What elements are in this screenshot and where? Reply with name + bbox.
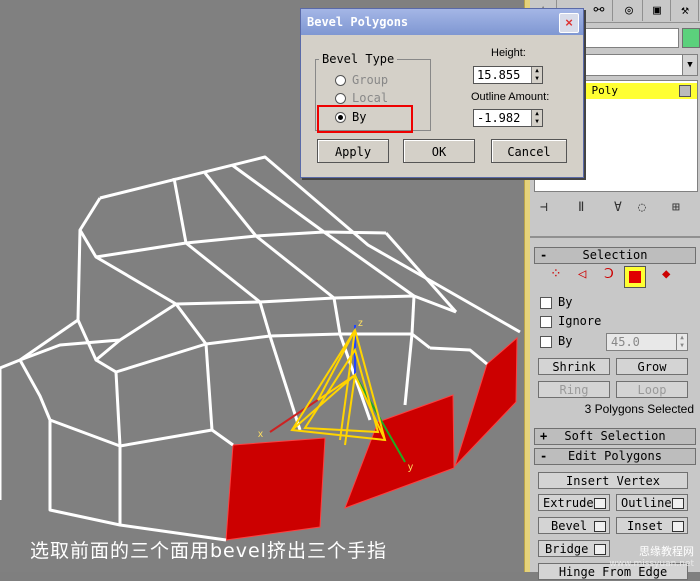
ring-button[interactable]: Ring bbox=[538, 381, 610, 398]
dialog-title: Bevel Polygons bbox=[307, 15, 409, 29]
configure-sets-icon[interactable]: ⊞ bbox=[672, 200, 680, 215]
tutorial-caption: 选取前面的三个面用bevel挤出三个手指 bbox=[30, 540, 387, 562]
divider bbox=[530, 236, 700, 238]
dialog-titlebar[interactable]: Bevel Polygons × bbox=[301, 9, 583, 35]
gizmo-axis-y: y bbox=[408, 462, 413, 473]
radio-local[interactable]: Local bbox=[335, 90, 388, 106]
make-unique-icon[interactable]: ∀ bbox=[614, 200, 622, 215]
tab-display-icon[interactable]: ▣ bbox=[644, 0, 671, 21]
ignore-backfacing-checkbox[interactable]: Ignore bbox=[540, 313, 601, 329]
height-spinner[interactable]: 15.855 ▲ ▼ bbox=[473, 66, 543, 84]
tab-utilities-icon[interactable]: ⚒ bbox=[672, 0, 699, 21]
tab-hierarchy-icon[interactable]: ⚯ bbox=[586, 0, 613, 21]
chevron-down-icon[interactable]: ▼ bbox=[682, 55, 697, 75]
settings-icon bbox=[594, 521, 606, 532]
apply-button[interactable]: Apply bbox=[317, 139, 389, 163]
bevel-button[interactable]: Bevel bbox=[538, 517, 610, 534]
edge-icon[interactable]: ◁ bbox=[578, 266, 586, 282]
vertex-icon[interactable]: ⁘ bbox=[550, 266, 562, 282]
object-color-swatch[interactable] bbox=[682, 28, 700, 48]
highlight-annotation bbox=[317, 105, 413, 133]
remove-modifier-icon[interactable]: ◌ bbox=[638, 200, 646, 215]
gizmo-axis-z: z bbox=[358, 318, 363, 329]
height-label: Height: bbox=[491, 47, 526, 59]
edit-polygons-rollout-header[interactable]: - Edit Polygons bbox=[534, 448, 696, 465]
show-end-result-icon[interactable]: Ⅱ bbox=[578, 200, 584, 215]
outline-amount-label: Outline Amount: bbox=[471, 91, 550, 103]
subobject-level-icons: ⁘ ◁ Ↄ ◆ bbox=[550, 266, 680, 290]
soft-selection-rollout-header[interactable]: + Soft Selection bbox=[534, 428, 696, 445]
stack-item-toggle[interactable] bbox=[679, 85, 691, 97]
polygon-level-icon[interactable] bbox=[624, 266, 646, 288]
settings-icon bbox=[672, 498, 684, 509]
watermark-url: www.missyuan.net bbox=[609, 559, 694, 569]
close-icon[interactable]: × bbox=[559, 13, 579, 33]
by-angle-checkbox[interactable]: By bbox=[540, 333, 572, 349]
shrink-button[interactable]: Shrink bbox=[538, 358, 610, 375]
element-icon[interactable]: ◆ bbox=[662, 266, 670, 282]
outline-amount-spinner[interactable]: -1.982 ▲ ▼ bbox=[473, 109, 543, 127]
cancel-button[interactable]: Cancel bbox=[491, 139, 567, 163]
selected-face bbox=[454, 336, 518, 467]
bevel-type-label: Bevel Type bbox=[319, 52, 398, 66]
selected-face bbox=[225, 437, 326, 541]
ok-button[interactable]: OK bbox=[403, 139, 475, 163]
watermark: 思缘教程网 www.missyuan.net bbox=[609, 546, 694, 570]
settings-icon bbox=[672, 521, 684, 532]
tab-motion-icon[interactable]: ◎ bbox=[616, 0, 643, 21]
gizmo-axis-x: x bbox=[258, 429, 263, 440]
loop-button[interactable]: Loop bbox=[616, 381, 688, 398]
selection-info: 3 Polygons Selected bbox=[584, 402, 694, 416]
pin-stack-icon[interactable]: ⊣ bbox=[540, 200, 548, 215]
outline-button[interactable]: Outline bbox=[616, 494, 688, 511]
radio-group[interactable]: Group bbox=[335, 72, 388, 88]
watermark-cn: 思缘教程网 bbox=[639, 545, 694, 558]
extrude-button[interactable]: Extrude bbox=[538, 494, 610, 511]
bevel-polygons-dialog: Bevel Polygons × Bevel Type Group Local … bbox=[300, 8, 584, 178]
inset-button[interactable]: Inset bbox=[616, 517, 688, 534]
bridge-button[interactable]: Bridge bbox=[538, 540, 610, 557]
grow-button[interactable]: Grow bbox=[616, 358, 688, 375]
stack-tools: ⊣ Ⅱ ∀ ◌ ⊞ bbox=[530, 200, 700, 220]
insert-vertex-button[interactable]: Insert Vertex bbox=[538, 472, 688, 489]
border-icon[interactable]: Ↄ bbox=[604, 266, 614, 282]
selection-rollout-header[interactable]: - Selection bbox=[534, 247, 696, 264]
angle-spinner[interactable]: 45.0 ▲ ▼ bbox=[606, 333, 688, 351]
settings-icon bbox=[594, 498, 606, 509]
settings-icon bbox=[594, 544, 606, 555]
by-vertex-checkbox[interactable]: By bbox=[540, 294, 572, 310]
